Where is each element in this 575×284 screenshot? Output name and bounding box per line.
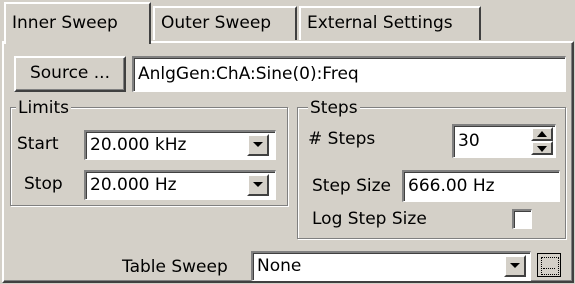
start-value: 20.000 kHz [90, 135, 187, 155]
log-step-size-checkbox[interactable] [512, 209, 532, 229]
table-sweep-combo[interactable]: None [251, 251, 531, 281]
tab-label: Outer Sweep [161, 13, 272, 33]
tab-label: Inner Sweep [12, 13, 118, 33]
start-combo[interactable]: 20.000 kHz [84, 130, 276, 160]
tab-label: External Settings [307, 13, 453, 33]
stop-value: 20.000 Hz [90, 175, 177, 195]
steps-legend: Steps [308, 98, 360, 118]
num-steps-label: # Steps [308, 129, 376, 149]
source-field[interactable]: AnlgGen:ChA:Sine(0):Freq [132, 56, 566, 92]
step-size-label: Step Size [312, 176, 392, 196]
source-button[interactable]: Source ... [14, 56, 126, 92]
step-size-field[interactable]: 666.00 Hz [402, 170, 560, 202]
arrow-down-icon[interactable] [531, 141, 553, 155]
stop-label: Stop [24, 174, 63, 194]
table-sweep-value: None [257, 256, 302, 276]
chevron-down-icon[interactable] [504, 255, 526, 277]
tab-outer-sweep[interactable]: Outer Sweep [153, 6, 297, 40]
chevron-down-icon[interactable] [247, 134, 269, 156]
tab-external-settings[interactable]: External Settings [299, 6, 481, 40]
num-steps-value: 30 [458, 131, 480, 151]
table-sweep-label: Table Sweep [122, 257, 228, 277]
log-step-size-label: Log Step Size [312, 209, 427, 229]
stop-combo[interactable]: 20.000 Hz [84, 170, 276, 200]
browse-icon[interactable] [537, 253, 561, 277]
num-steps-spinbox[interactable]: 30 [452, 124, 556, 158]
start-label: Start [17, 134, 59, 154]
arrow-up-icon[interactable] [531, 127, 553, 141]
chevron-down-icon[interactable] [247, 174, 269, 196]
tab-inner-sweep[interactable]: Inner Sweep [4, 2, 151, 44]
limits-legend: Limits [16, 98, 71, 118]
